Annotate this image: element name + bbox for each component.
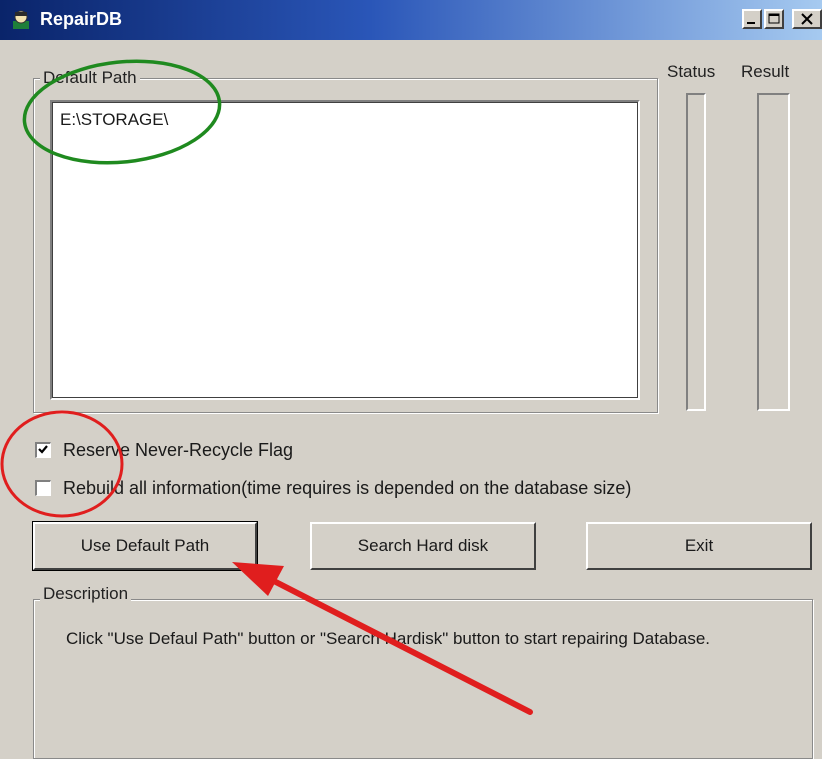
close-button[interactable] (792, 9, 822, 29)
default-path-label: Default Path (40, 68, 140, 88)
search-hard-disk-button[interactable]: Search Hard disk (310, 522, 536, 570)
result-meter (757, 93, 790, 411)
result-label: Result (741, 62, 790, 81)
title-bar[interactable]: RepairDB (0, 0, 822, 40)
description-text: Click "Use Defaul Path" button or "Searc… (66, 629, 711, 648)
exit-button[interactable]: Exit (586, 522, 812, 570)
minimize-icon (747, 22, 755, 24)
maximize-icon (768, 13, 780, 24)
minimize-button[interactable] (742, 9, 762, 29)
status-meter (686, 93, 706, 411)
checkmark-icon (38, 445, 48, 454)
red-highlight-circle (0, 410, 124, 518)
reserve-never-recycle-label: Reserve Never-Recycle Flag (63, 440, 294, 460)
status-label: Status (667, 62, 716, 81)
use-default-path-button[interactable]: Use Default Path (32, 521, 258, 571)
rebuild-all-checkbox[interactable] (35, 480, 51, 496)
window-title: RepairDB (40, 9, 123, 29)
rebuild-all-label: Rebuild all information(time requires is… (63, 478, 632, 498)
description-group (33, 599, 813, 759)
maximize-button[interactable] (764, 9, 784, 29)
path-listbox[interactable]: E:\STORAGE\ (50, 100, 640, 400)
path-list-item[interactable]: E:\STORAGE\ (60, 110, 168, 130)
reserve-never-recycle-checkbox[interactable] (35, 442, 51, 458)
repairdb-app-icon (10, 9, 32, 31)
description-label: Description (40, 584, 132, 604)
close-icon (801, 13, 813, 25)
